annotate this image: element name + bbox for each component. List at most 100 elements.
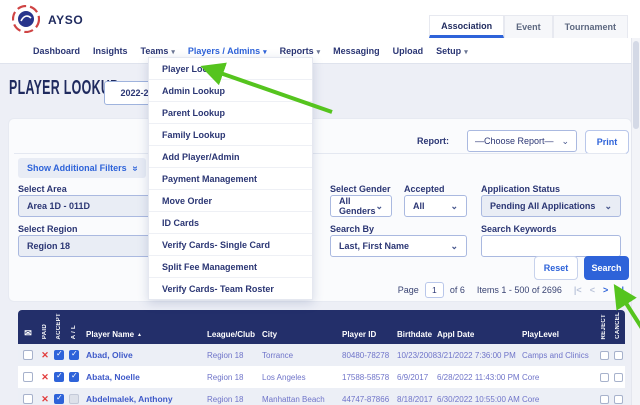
tab-event[interactable]: Event <box>504 15 553 38</box>
al-checkbox[interactable] <box>69 372 79 382</box>
league-cell: Region 18 <box>207 373 262 382</box>
accepted-dropdown[interactable]: All <box>404 195 467 217</box>
search-keywords-input[interactable] <box>481 235 621 257</box>
page-number-input[interactable] <box>425 282 444 298</box>
row-select-checkbox[interactable] <box>23 350 33 360</box>
search-by-label: Search By <box>330 224 374 234</box>
tab-tournament[interactable]: Tournament <box>553 15 628 38</box>
menu-item-split-fee-management[interactable]: Split Fee Management <box>149 256 312 278</box>
page-scrollbar[interactable] <box>631 38 640 405</box>
menu-item-verify-cards-roster[interactable]: Verify Cards- Team Roster <box>149 278 312 299</box>
nav-upload[interactable]: Upload <box>393 46 424 56</box>
menu-item-move-order[interactable]: Move Order <box>149 190 312 212</box>
nav-players-admins[interactable]: Players / Admins <box>188 46 267 56</box>
menu-item-parent-lookup[interactable]: Parent Lookup <box>149 102 312 124</box>
appl-date-column-header[interactable]: Appl Date <box>437 310 522 344</box>
nav-insights[interactable]: Insights <box>93 46 128 56</box>
players-table: PAID ACCEPT A / L Player Name League/Clu… <box>18 310 625 405</box>
accept-checkbox[interactable] <box>54 372 64 382</box>
show-additional-filters-button[interactable]: Show Additional Filters <box>18 158 146 178</box>
main-nav: Dashboard Insights Teams Players / Admin… <box>0 38 640 64</box>
report-select[interactable]: —Choose Report— <box>467 130 577 152</box>
prev-page-icon[interactable]: < <box>590 285 595 295</box>
next-page-icon[interactable]: > <box>603 285 608 295</box>
reset-button[interactable]: Reset <box>534 256 578 280</box>
search-by-dropdown[interactable]: Last, First Name <box>330 235 467 257</box>
players-admins-dropdown-menu: Player Lookup Admin Lookup Parent Lookup… <box>148 57 313 300</box>
menu-item-id-cards[interactable]: ID Cards <box>149 212 312 234</box>
chevron-down-icon <box>263 46 267 56</box>
row-select-checkbox[interactable] <box>23 372 33 382</box>
player-name-link[interactable]: Abad, Olive <box>86 350 133 360</box>
reject-checkbox[interactable] <box>600 351 609 360</box>
playlevel-cell: Core <box>522 373 597 382</box>
menu-item-verify-cards-single[interactable]: Verify Cards- Single Card <box>149 234 312 256</box>
nav-dashboard[interactable]: Dashboard <box>33 46 80 56</box>
league-club-column-header[interactable]: League/Club <box>207 310 262 344</box>
accept-checkbox[interactable] <box>54 350 64 360</box>
cancel-checkbox[interactable] <box>614 373 623 382</box>
playlevel-cell: Core <box>522 395 597 404</box>
menu-item-payment-management[interactable]: Payment Management <box>149 168 312 190</box>
reject-checkbox[interactable] <box>600 395 609 404</box>
birthdate-cell: 10/23/2008 <box>397 351 437 360</box>
tab-association[interactable]: Association <box>429 15 504 38</box>
birthdate-cell: 6/9/2017 <box>397 373 437 382</box>
print-button[interactable]: Print <box>585 130 629 154</box>
page-title: PLAYER LOOKUP <box>9 77 119 100</box>
reject-checkbox[interactable] <box>600 373 609 382</box>
menu-item-add-player-admin[interactable]: Add Player/Admin <box>149 146 312 168</box>
not-paid-x-icon <box>41 350 49 361</box>
nav-setup[interactable]: Setup <box>436 46 468 56</box>
chevron-down-icon <box>464 46 468 56</box>
chevron-down-icon <box>604 201 612 212</box>
playlevel-column-header[interactable]: PlayLevel <box>522 310 597 344</box>
nav-messaging[interactable]: Messaging <box>333 46 380 56</box>
nav-reports[interactable]: Reports <box>280 46 321 56</box>
application-status-label: Application Status <box>481 184 560 194</box>
chevron-down-icon <box>171 46 175 56</box>
app-screen: AYSO Association Event Tournament Dashbo… <box>0 0 640 405</box>
al-checkbox[interactable] <box>69 394 79 404</box>
scrollbar-thumb[interactable] <box>633 41 639 129</box>
league-cell: Region 18 <box>207 351 262 360</box>
chevron-down-icon <box>317 46 321 56</box>
search-button[interactable]: Search <box>584 256 629 280</box>
al-checkbox[interactable] <box>69 350 79 360</box>
city-cell: Los Angeles <box>262 373 342 382</box>
page-of-label: of 6 <box>450 285 465 295</box>
player-id-column-header[interactable]: Player ID <box>342 310 397 344</box>
cancel-checkbox[interactable] <box>614 351 623 360</box>
menu-item-admin-lookup[interactable]: Admin Lookup <box>149 80 312 102</box>
first-page-icon[interactable]: |< <box>574 285 582 295</box>
city-column-header[interactable]: City <box>262 310 342 344</box>
last-page-icon[interactable]: >| <box>616 285 624 295</box>
row-select-checkbox[interactable] <box>23 394 33 404</box>
nav-teams[interactable]: Teams <box>141 46 175 56</box>
application-status-dropdown[interactable]: Pending All Applications <box>481 195 621 217</box>
cancel-checkbox[interactable] <box>614 395 623 404</box>
table-row: Abdelmalek, Anthony Region 18 Manhattan … <box>18 388 625 405</box>
league-cell: Region 18 <box>207 395 262 404</box>
accept-checkbox[interactable] <box>54 394 64 404</box>
player-name-column-header[interactable]: Player Name <box>82 310 207 344</box>
appl-date-cell: 6/30/2022 10:55:00 AM <box>437 395 522 404</box>
player-name-link[interactable]: Abata, Noelle <box>86 372 140 382</box>
birthdate-column-header[interactable]: Birthdate <box>397 310 437 344</box>
ayso-logo-icon <box>12 5 40 33</box>
accept-column-header: ACCEPT <box>52 310 66 344</box>
select-all-column-header[interactable] <box>18 310 38 344</box>
table-row: Abad, Olive Region 18 Torrance 80480-782… <box>18 344 625 366</box>
search-keywords-label: Search Keywords <box>481 224 557 234</box>
menu-item-player-lookup[interactable]: Player Lookup <box>149 58 312 80</box>
chevron-down-icon <box>561 136 569 147</box>
menu-item-family-lookup[interactable]: Family Lookup <box>149 124 312 146</box>
birthdate-cell: 8/18/2017 <box>397 395 437 404</box>
not-paid-x-icon <box>41 394 49 405</box>
playlevel-cell: Camps and Clinics <box>522 351 597 360</box>
sort-ascending-icon <box>134 330 142 339</box>
report-label: Report: <box>417 136 449 146</box>
context-tabs: Association Event Tournament <box>429 15 628 38</box>
select-gender-dropdown[interactable]: All Genders <box>330 195 392 217</box>
player-name-link[interactable]: Abdelmalek, Anthony <box>86 394 173 404</box>
